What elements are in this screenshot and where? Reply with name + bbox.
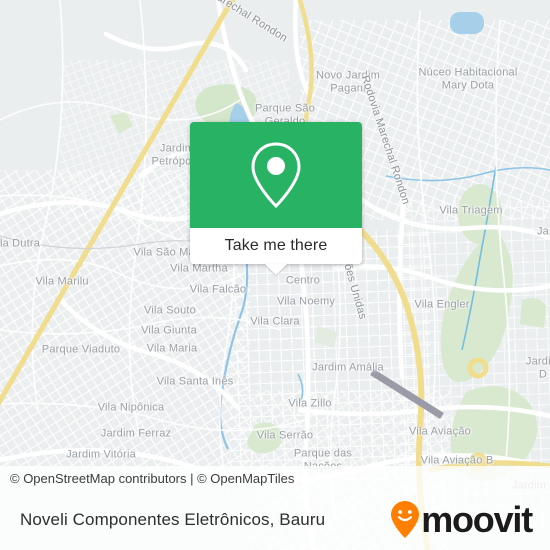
map-attribution-bar: © OpenStreetMap contributors | © OpenMap… — [0, 466, 550, 490]
map-screen: Marechal Rondon Novo Jardim Pagani Núceo H… — [0, 0, 550, 550]
map-airport-runway — [370, 369, 444, 419]
location-title: Noveli Componentes Eletrônicos, Bauru — [20, 510, 326, 529]
moovit-logo[interactable]: moovit — [390, 500, 550, 540]
location-popup-card[interactable]: Take me there — [190, 122, 362, 275]
moovit-wordmark: moovit — [421, 499, 533, 540]
attribution-text[interactable]: © OpenStreetMap contributors | © OpenMap… — [0, 471, 294, 486]
take-me-there-label: Take me there — [224, 237, 328, 254]
popup-image-area — [190, 122, 362, 228]
moovit-smiley-pin-icon — [391, 501, 420, 538]
popup-pointer-tail — [265, 264, 287, 275]
popup-action-bar[interactable]: Take me there — [190, 228, 362, 275]
map-pin-icon — [251, 142, 301, 209]
footer-bar: Noveli Componentes Eletrônicos, Bauru mo… — [0, 490, 550, 550]
